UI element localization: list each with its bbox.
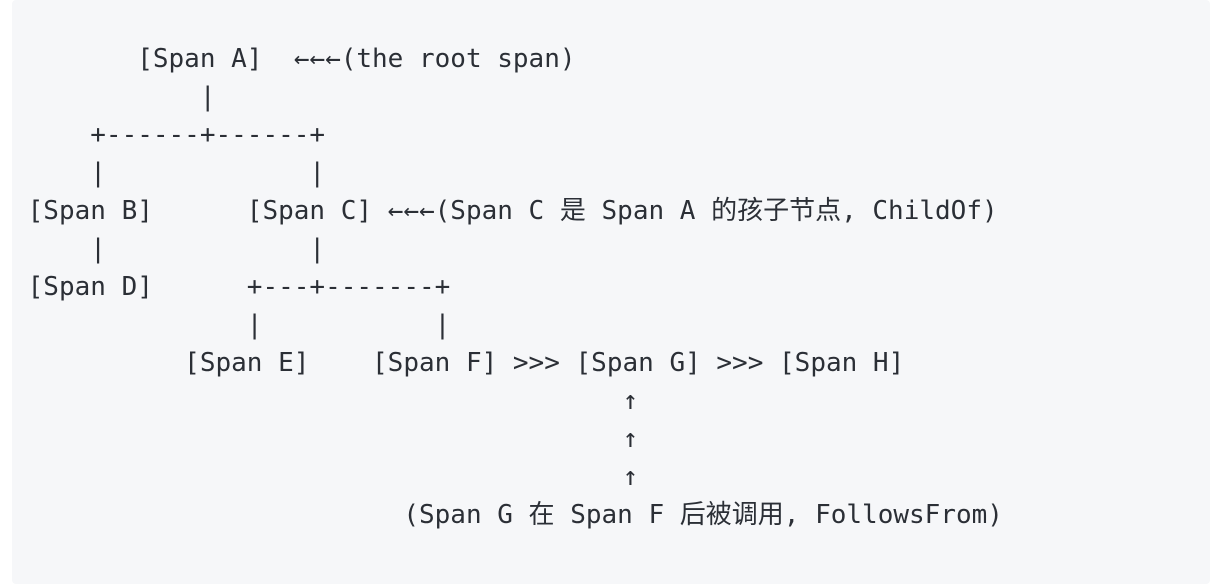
diagram-line-span-b-c: [Span B] [Span C] ←←←(Span C 是 Span A 的孩… — [12, 196, 998, 226]
diagram-line-span-e-f-g-h: [Span E] [Span F] >>> [Span G] >>> [Span… — [12, 348, 905, 378]
diagram-line-span-a: [Span A] ←←←(the root span) — [12, 44, 576, 74]
diagram-line-branch: +------+------+ — [12, 120, 326, 150]
diagram-line-connector: | | — [12, 310, 451, 340]
diagram-line-connector: | | — [12, 234, 326, 264]
diagram-line-follows-from: (Span G 在 Span F 后被调用, FollowsFrom) — [12, 500, 1003, 530]
diagram-line-connector: | | — [12, 158, 326, 188]
diagram-line-arrow: ↑ — [12, 462, 639, 492]
diagram-line-span-d: [Span D] +---+-------+ — [12, 272, 451, 302]
code-block: [Span A] ←←←(the root span) | +------+--… — [12, 0, 1210, 584]
diagram-line-connector: | — [12, 82, 216, 112]
diagram-line-arrow: ↑ — [12, 386, 639, 416]
diagram-line-arrow: ↑ — [12, 424, 639, 454]
